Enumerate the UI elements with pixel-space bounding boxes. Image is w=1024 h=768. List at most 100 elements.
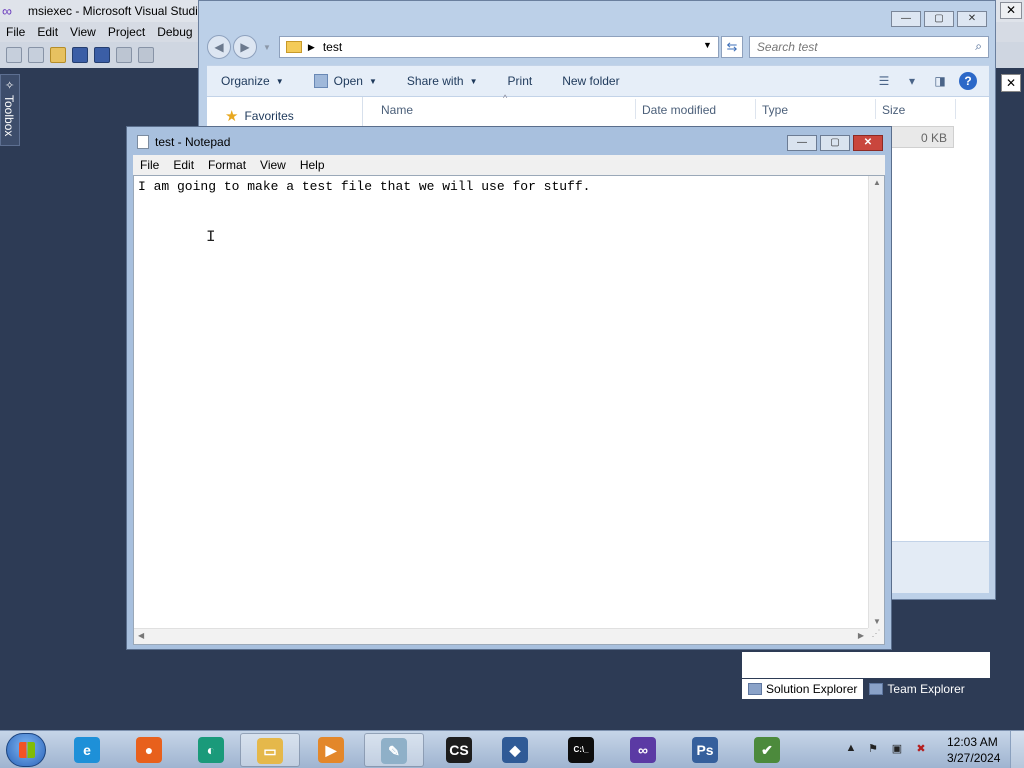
cut-icon[interactable] [116, 47, 132, 63]
taskbar-notepad-button[interactable]: ✎ [364, 733, 424, 767]
search-icon[interactable]: ⌕ [975, 39, 982, 54]
solution-explorer-icon [748, 683, 762, 695]
add-item-icon[interactable] [28, 47, 44, 63]
taskbar-action-center-button[interactable]: ✔ [738, 733, 798, 767]
notepad-icon [137, 135, 149, 149]
save-all-icon[interactable] [94, 47, 110, 63]
vs-menu-debug[interactable]: Debug [151, 25, 198, 39]
notepad-close-button[interactable]: ✕ [853, 135, 883, 151]
start-button[interactable] [6, 733, 46, 767]
taskbar-command-prompt-button[interactable]: C:\_ [552, 733, 612, 767]
address-dropdown-icon[interactable]: ▼ [703, 40, 712, 50]
taskbar-internet-explorer-button[interactable]: e [58, 733, 118, 767]
column-divider[interactable] [755, 99, 756, 119]
vs-menu-edit[interactable]: Edit [31, 25, 64, 39]
taskbar-visual-studio-button[interactable]: ∞ [614, 733, 674, 767]
action-center-icon: ✔ [754, 737, 780, 763]
notepad-titlebar[interactable]: test - Notepad — ▢ ✕ [127, 127, 891, 157]
address-path[interactable]: test [323, 40, 342, 54]
taskbar-firefox-button[interactable]: ● [120, 733, 180, 767]
volume-muted-icon[interactable]: ✖ [914, 742, 928, 756]
share-with-button[interactable]: Share with ▼ [407, 74, 478, 88]
back-button[interactable]: ◀ [207, 35, 231, 59]
np-menu-file[interactable]: File [133, 158, 166, 172]
column-divider[interactable] [875, 99, 876, 119]
column-name[interactable]: Name [381, 103, 413, 117]
new-folder-button[interactable]: New folder [562, 74, 619, 88]
new-folder-label: New folder [562, 74, 620, 88]
scroll-left-icon[interactable]: ◀ [138, 631, 144, 640]
open-button[interactable]: Open ▼ [313, 74, 377, 88]
file-size-cell[interactable]: 0 KB [888, 126, 954, 148]
action-center-flag-icon[interactable]: ⚑ [866, 742, 880, 756]
address-bar[interactable]: ▶ test ▼ [278, 36, 719, 58]
column-size[interactable]: Size [882, 103, 905, 117]
app-globe-icon: ◐ [198, 737, 224, 763]
network-icon[interactable]: ▣ [890, 742, 904, 756]
favorites-item[interactable]: ★ Favorites [225, 107, 294, 125]
np-menu-edit[interactable]: Edit [166, 158, 201, 172]
tab-team-explorer[interactable]: Team Explorer [863, 679, 970, 699]
resize-grip-icon[interactable]: ⋰ [868, 628, 884, 644]
clock-date[interactable]: 3/27/2024 [947, 751, 1000, 765]
explorer-minimize-button[interactable]: — [891, 11, 921, 27]
help-icon[interactable]: ? [959, 72, 977, 90]
print-button[interactable]: Print [508, 74, 533, 88]
notepad-text-area[interactable]: I am going to make a test file that we w… [133, 175, 885, 645]
notepad-minimize-button[interactable]: — [787, 135, 817, 151]
refresh-button[interactable]: ⇆ [720, 36, 743, 58]
explorer-close-button[interactable]: ✕ [957, 11, 987, 27]
np-menu-view[interactable]: View [253, 158, 293, 172]
forward-button[interactable]: ▶ [233, 35, 257, 59]
vs-close-button[interactable]: ✕ [1000, 2, 1022, 19]
copy-icon[interactable] [138, 47, 154, 63]
taskbar-virtualbox-button[interactable]: ◆ [486, 733, 546, 767]
notepad-title: test - Notepad [155, 135, 231, 149]
vs-menu-file[interactable]: File [0, 25, 31, 39]
show-desktop-button[interactable] [1010, 731, 1024, 768]
column-type[interactable]: Type [762, 103, 788, 117]
organize-button[interactable]: Organize ▼ [221, 74, 284, 88]
firefox-icon: ● [136, 737, 162, 763]
clock-time[interactable]: 12:03 AM [947, 735, 998, 749]
np-menu-format[interactable]: Format [201, 158, 253, 172]
explorer-maximize-button[interactable]: ▢ [924, 11, 954, 27]
vs-menu-view[interactable]: View [64, 25, 102, 39]
column-date-modified[interactable]: Date modified [642, 103, 716, 117]
notepad-maximize-button[interactable]: ▢ [820, 135, 850, 151]
virtualbox-icon: ◆ [502, 737, 528, 763]
show-hidden-icons-icon[interactable]: ▲ [844, 742, 858, 756]
save-icon[interactable] [72, 47, 88, 63]
taskbar-app-globe-button[interactable]: ◐ [182, 733, 242, 767]
open-folder-icon[interactable] [50, 47, 66, 63]
preview-pane-icon[interactable]: ◨ [931, 72, 949, 90]
horizontal-scrollbar[interactable]: ◀ ▶ [134, 628, 868, 644]
change-view-icon[interactable]: ☰ [875, 72, 893, 90]
file-explorer-icon: ▭ [257, 738, 283, 764]
scroll-down-icon[interactable]: ▼ [873, 617, 881, 626]
chevron-down-icon: ▼ [469, 76, 478, 86]
document-text[interactable]: I am going to make a test file that we w… [138, 179, 590, 194]
toolbox-tab[interactable]: ✧ Toolbox [0, 74, 20, 146]
tab-solution-explorer[interactable]: Solution Explorer [742, 679, 864, 699]
taskbar-cs-app-button[interactable]: CS [430, 733, 490, 767]
pin-icon: ✧ [5, 80, 15, 92]
taskbar-file-explorer-button[interactable]: ▭ [240, 733, 300, 767]
explorer-command-bar: Organize ▼ Open ▼ Share with ▼ Print New… [207, 65, 989, 97]
taskbar-powershell-button[interactable]: Ps [676, 733, 736, 767]
panel-close-icon[interactable]: ✕ [1001, 74, 1021, 92]
view-dropdown-icon[interactable]: ▾ [903, 72, 921, 90]
np-menu-help[interactable]: Help [293, 158, 332, 172]
breadcrumb-arrow-icon[interactable]: ▶ [308, 42, 315, 53]
new-project-icon[interactable] [6, 47, 22, 63]
taskbar-media-player-button[interactable]: ▶ [302, 733, 362, 767]
vs-window-title: msiexec - Microsoft Visual Studio [28, 4, 205, 18]
scroll-right-icon[interactable]: ▶ [858, 631, 864, 640]
search-input[interactable]: Search test ⌕ [748, 36, 989, 58]
scroll-up-icon[interactable]: ▲ [873, 178, 881, 187]
vertical-scrollbar[interactable]: ▲ ▼ [868, 176, 884, 628]
column-divider[interactable] [635, 99, 636, 119]
vs-menu-project[interactable]: Project [102, 25, 151, 39]
recent-pages-dropdown-icon[interactable]: ▼ [263, 43, 271, 52]
column-divider[interactable] [955, 99, 956, 119]
